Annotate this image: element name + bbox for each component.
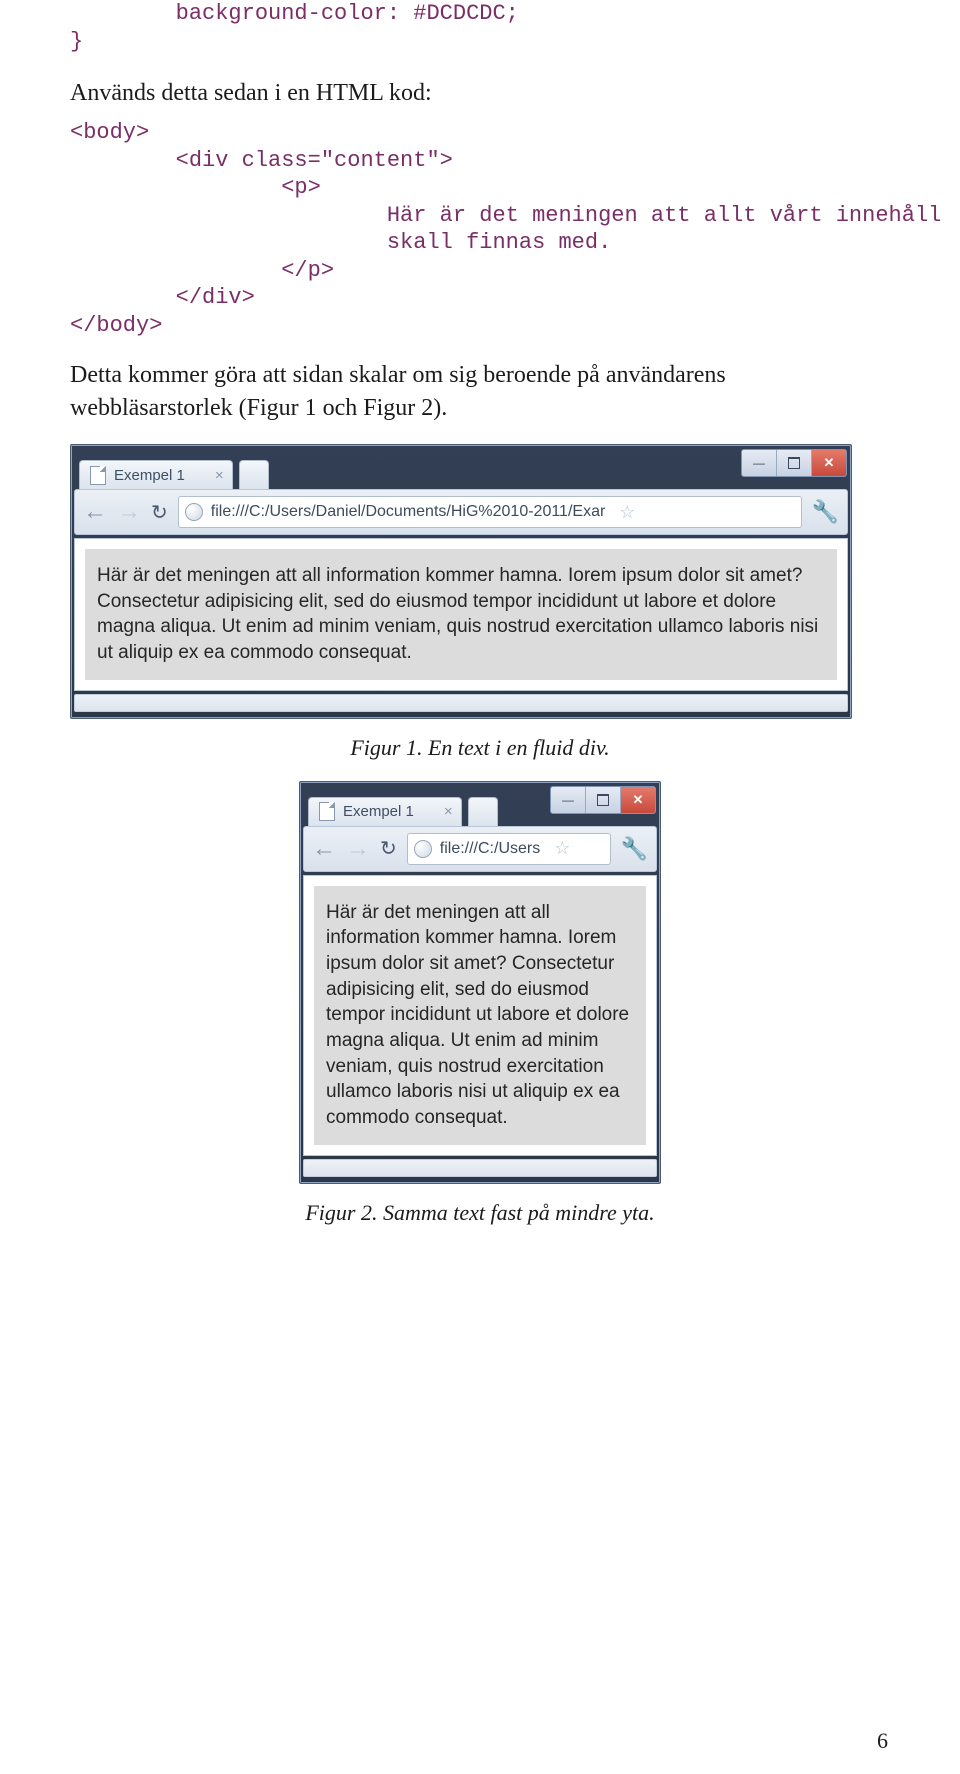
code-line: Här är det meningen att allt vårt innehå… (70, 202, 890, 230)
paragraph: Används detta sedan i en HTML kod: (70, 77, 890, 109)
tab-title: Exempel 1 (114, 467, 185, 484)
back-button[interactable]: ← (312, 837, 336, 861)
code-line: } (70, 28, 890, 56)
tab-close-icon[interactable]: × (215, 467, 224, 484)
code-line: </p> (70, 257, 890, 285)
code-line: skall finnas med. (70, 229, 890, 257)
toolbar: ← → ↻ file:///C:/Users ☆ 🔧 (303, 826, 657, 872)
maximize-button[interactable] (777, 450, 812, 476)
toolbar: ← → ↻ file:///C:/Users/Daniel/Documents/… (74, 489, 848, 535)
close-icon: ✕ (824, 455, 835, 471)
code-line: background-color: #DCDCDC; (70, 0, 890, 28)
maximize-icon (597, 794, 609, 806)
new-tab-button[interactable] (468, 797, 498, 826)
tab-strip: Exempel 1 × (71, 445, 851, 489)
figure-2-caption: Figur 2. Samma text fast på mindre yta. (70, 1200, 890, 1226)
address-bar[interactable]: file:///C:/Users/Daniel/Documents/HiG%20… (178, 496, 802, 528)
globe-icon (414, 840, 432, 858)
bookmark-star-icon[interactable]: ☆ (619, 502, 635, 523)
tab-close-icon[interactable]: × (444, 803, 453, 820)
reload-button[interactable]: ↻ (151, 500, 168, 525)
content-text: Här är det meningen att all information … (85, 549, 837, 680)
forward-button[interactable]: → (346, 837, 370, 861)
wrench-icon[interactable]: 🔧 (621, 836, 648, 862)
status-bar (74, 694, 848, 712)
bookmark-star-icon[interactable]: ☆ (554, 838, 570, 859)
minimize-button[interactable]: — (742, 450, 777, 476)
wrench-icon[interactable]: 🔧 (812, 499, 839, 525)
forward-button[interactable]: → (117, 500, 141, 524)
code-line: <div class="content"> (70, 147, 890, 175)
url-text: file:///C:/Users (440, 840, 540, 858)
browser-tab[interactable]: Exempel 1 × (79, 460, 233, 489)
tab-title: Exempel 1 (343, 803, 414, 820)
page-number: 6 (877, 1728, 888, 1754)
minimize-icon: — (562, 793, 574, 807)
paragraph: Detta kommer göra att sidan skalar om si… (70, 359, 890, 424)
maximize-icon (788, 457, 800, 469)
close-button[interactable]: ✕ (812, 450, 846, 476)
code-line: </body> (70, 312, 890, 340)
maximize-button[interactable] (586, 787, 621, 813)
url-text: file:///C:/Users/Daniel/Documents/HiG%20… (211, 503, 606, 521)
window-controls: — ✕ (741, 449, 847, 477)
page-icon (90, 466, 106, 485)
minimize-button[interactable]: — (551, 787, 586, 813)
reload-button[interactable]: ↻ (380, 836, 397, 861)
code-line: <body> (70, 119, 890, 147)
minimize-icon: — (753, 456, 765, 470)
back-button[interactable]: ← (83, 500, 107, 524)
code-line: </div> (70, 284, 890, 312)
globe-icon (185, 503, 203, 521)
status-bar (303, 1159, 657, 1177)
content-text: Här är det meningen att all information … (314, 886, 646, 1145)
page-icon (319, 802, 335, 821)
close-button[interactable]: ✕ (621, 787, 655, 813)
code-line: <p> (70, 174, 890, 202)
new-tab-button[interactable] (239, 460, 269, 489)
window-controls: — ✕ (550, 786, 656, 814)
figure-1-caption: Figur 1. En text i en fluid div. (70, 735, 890, 761)
page-viewport: Här är det meningen att all information … (303, 875, 657, 1156)
figure-1-browser: — ✕ Exempel 1 × ← → ↻ file:///C:/Users/D… (70, 444, 852, 719)
browser-tab[interactable]: Exempel 1 × (308, 797, 462, 826)
close-icon: ✕ (633, 792, 644, 808)
address-bar[interactable]: file:///C:/Users ☆ (407, 833, 611, 865)
figure-2-browser: — ✕ Exempel 1 × ← → ↻ file:///C:/Users ☆… (299, 781, 661, 1184)
page-viewport: Här är det meningen att all information … (74, 538, 848, 691)
